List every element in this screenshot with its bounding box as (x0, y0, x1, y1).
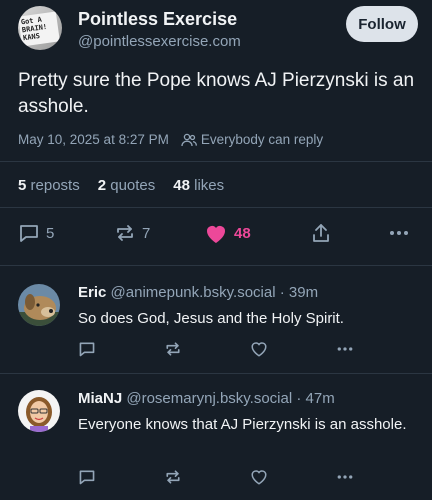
divider (0, 207, 432, 208)
reply-text: So does God, Jesus and the Holy Spirit. (78, 310, 344, 327)
likes-label: likes (194, 177, 225, 194)
reply-actions (78, 468, 358, 488)
reply-author-handle[interactable]: @rosemarynj.bsky.social (126, 390, 292, 407)
repost-button[interactable]: 7 (114, 222, 150, 244)
author-handle[interactable]: @pointlessexercise.com (78, 33, 241, 50)
share-icon (310, 222, 332, 244)
ellipsis-icon[interactable] (336, 340, 354, 358)
reposts-stat[interactable]: 5 reposts (18, 177, 80, 194)
reply-author-name[interactable]: Eric (78, 284, 106, 301)
reply-avatar-cartoon[interactable] (18, 390, 60, 432)
likes-count: 48 (173, 177, 190, 194)
ellipsis-icon (388, 222, 410, 244)
reply-icon[interactable] (78, 340, 96, 358)
post-actions: 5 7 48 (18, 222, 414, 250)
post-meta: May 10, 2025 at 8:27 PM Everybody can re… (18, 132, 323, 147)
post-header: Got A BRAIN! KANS Pointless Exercise @po… (18, 6, 418, 58)
reply-button[interactable]: 5 (18, 222, 54, 244)
post-text: Pretty sure the Pope knows AJ Pierzynski… (18, 70, 415, 117)
author-name[interactable]: Pointless Exercise (78, 9, 237, 30)
quotes-count: 2 (97, 177, 107, 194)
ellipsis-icon[interactable] (336, 468, 354, 486)
like-count: 48 (234, 224, 251, 242)
follow-button[interactable]: Follow (346, 6, 418, 42)
repost-count: 7 (142, 224, 151, 242)
avatar-sign: Got A BRAIN! KANS (18, 11, 60, 47)
divider (0, 373, 432, 374)
quotes-stat[interactable]: 2 quotes (98, 177, 156, 194)
reply-time: · 47m (296, 390, 335, 407)
reply-setting[interactable]: Everybody can reply (181, 132, 323, 147)
post-stats: 5 reposts 2 quotes 48 likes (18, 177, 224, 194)
reply-author-handle[interactable]: @animepunk.bsky.social (111, 284, 276, 301)
heart-icon[interactable] (250, 340, 268, 358)
heart-icon[interactable] (250, 468, 268, 486)
reposts-label: reposts (30, 177, 80, 194)
reply-icon (18, 222, 40, 244)
reply-icon[interactable] (78, 468, 96, 486)
divider (0, 265, 432, 266)
repost-icon[interactable] (164, 468, 182, 486)
reply-header: MiaNJ @rosemarynj.bsky.social · 47m (78, 390, 335, 407)
post-timestamp: May 10, 2025 at 8:27 PM (18, 132, 169, 147)
reply-text: Everyone knows that AJ Pierzynski is an … (78, 416, 407, 433)
reply-time: · 39m (279, 284, 319, 301)
reply-author-name[interactable]: MiaNJ (78, 390, 122, 407)
reply-count: 5 (46, 224, 55, 242)
repost-icon[interactable] (164, 340, 182, 358)
reply-header: Eric @animepunk.bsky.social · 39m (78, 284, 318, 301)
quotes-label: quotes (110, 177, 156, 194)
like-button[interactable]: 48 (204, 222, 251, 244)
people-icon (181, 133, 197, 147)
reply-avatar-dog[interactable] (18, 284, 60, 326)
author-avatar[interactable]: Got A BRAIN! KANS (18, 6, 62, 50)
reposts-count: 5 (18, 177, 27, 194)
more-options-button[interactable] (388, 222, 410, 244)
divider (0, 161, 432, 162)
reply-actions (78, 340, 358, 360)
share-button[interactable] (310, 222, 332, 244)
repost-icon (114, 222, 136, 244)
heart-filled-icon (204, 222, 228, 244)
reply-setting-label: Everybody can reply (200, 132, 324, 147)
likes-stat[interactable]: 48 likes (173, 177, 224, 194)
